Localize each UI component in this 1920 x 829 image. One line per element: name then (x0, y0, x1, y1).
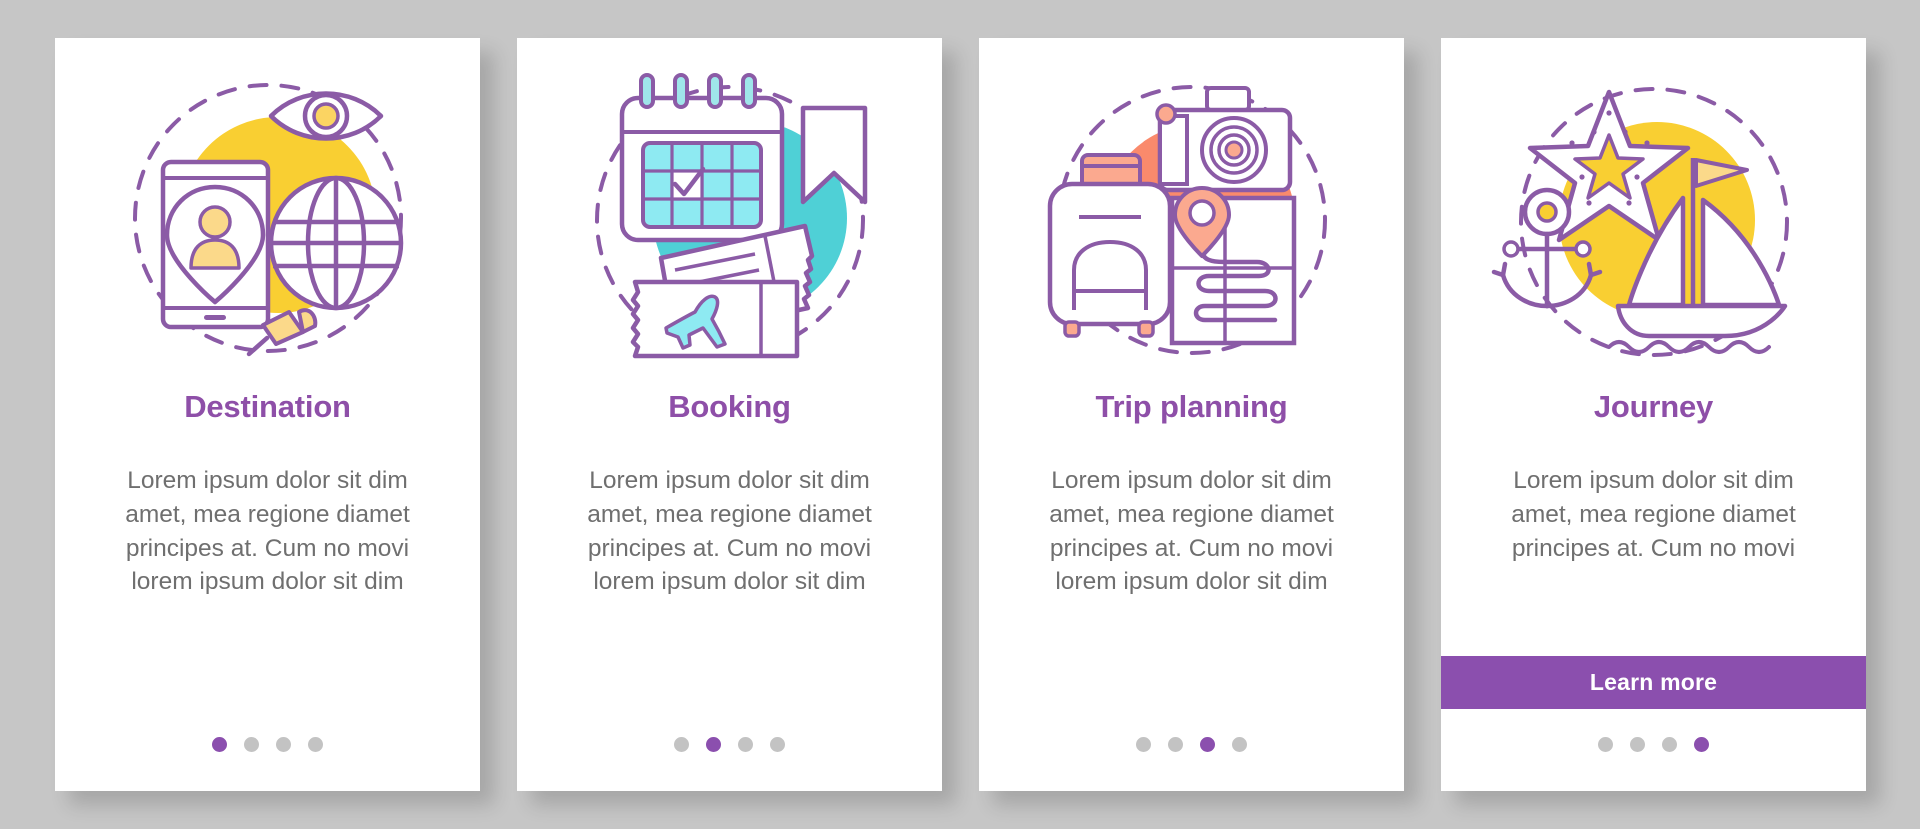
pagination-dot-3[interactable] (276, 737, 291, 752)
calendar-icon (619, 72, 784, 242)
pagination-dot-1[interactable] (1136, 737, 1151, 752)
pagination-dot-4[interactable] (1232, 737, 1247, 752)
card-title: Booking (668, 389, 791, 424)
pagination-dot-2[interactable] (1168, 737, 1183, 752)
pagination-dot-4[interactable] (308, 737, 323, 752)
onboarding-card-destination: Destination Lorem ipsum dolor sit dim am… (55, 38, 480, 791)
pagination-dot-3[interactable] (1200, 737, 1215, 752)
suitcase-icon (1047, 152, 1172, 338)
learn-more-button[interactable]: Learn more (1441, 656, 1866, 709)
pagination-dots (212, 737, 323, 752)
card-title: Destination (184, 389, 351, 424)
card-title: Journey (1593, 389, 1714, 424)
card-title: Trip planning (1095, 389, 1288, 424)
pagination-dots (674, 737, 785, 752)
journey-illustration (1441, 38, 1866, 383)
card-body-text: Lorem ipsum dolor sit dim amet, mea regi… (1049, 467, 1334, 596)
pagination-dot-1[interactable] (674, 737, 689, 752)
booking-illustration (517, 38, 942, 383)
card-body-text: Lorem ipsum dolor sit dim amet, mea regi… (125, 467, 410, 596)
pagination-dots (1598, 737, 1709, 752)
pagination-dot-4[interactable] (770, 737, 785, 752)
onboarding-screens-board: Destination Lorem ipsum dolor sit dim am… (0, 0, 1920, 829)
trip-planning-illustration (979, 38, 1404, 383)
pagination-dot-1[interactable] (1598, 737, 1613, 752)
pagination-dot-2[interactable] (244, 737, 259, 752)
pagination-dot-3[interactable] (1662, 737, 1677, 752)
card-body-text: Lorem ipsum dolor sit dim amet, mea regi… (587, 467, 872, 596)
pagination-dot-2[interactable] (1630, 737, 1645, 752)
ticket-icon (630, 279, 799, 358)
pagination-dots (1136, 737, 1247, 752)
pagination-dot-3[interactable] (738, 737, 753, 752)
card-body-text: Lorem ipsum dolor sit dim amet, mea regi… (1511, 467, 1796, 562)
onboarding-card-trip-planning: Trip planning Lorem ipsum dolor sit dim … (979, 38, 1404, 791)
onboarding-card-booking: Booking Lorem ipsum dolor sit dim amet, … (517, 38, 942, 791)
camera-icon (1154, 85, 1292, 192)
map-icon (1169, 185, 1296, 345)
onboarding-card-journey: Journey Lorem ipsum dolor sit dim amet, … (1441, 38, 1866, 791)
pagination-dot-2[interactable] (706, 737, 721, 752)
pagination-dot-1[interactable] (212, 737, 227, 752)
pagination-dot-4[interactable] (1694, 737, 1709, 752)
globe-icon (268, 175, 403, 310)
destination-illustration (55, 38, 480, 383)
